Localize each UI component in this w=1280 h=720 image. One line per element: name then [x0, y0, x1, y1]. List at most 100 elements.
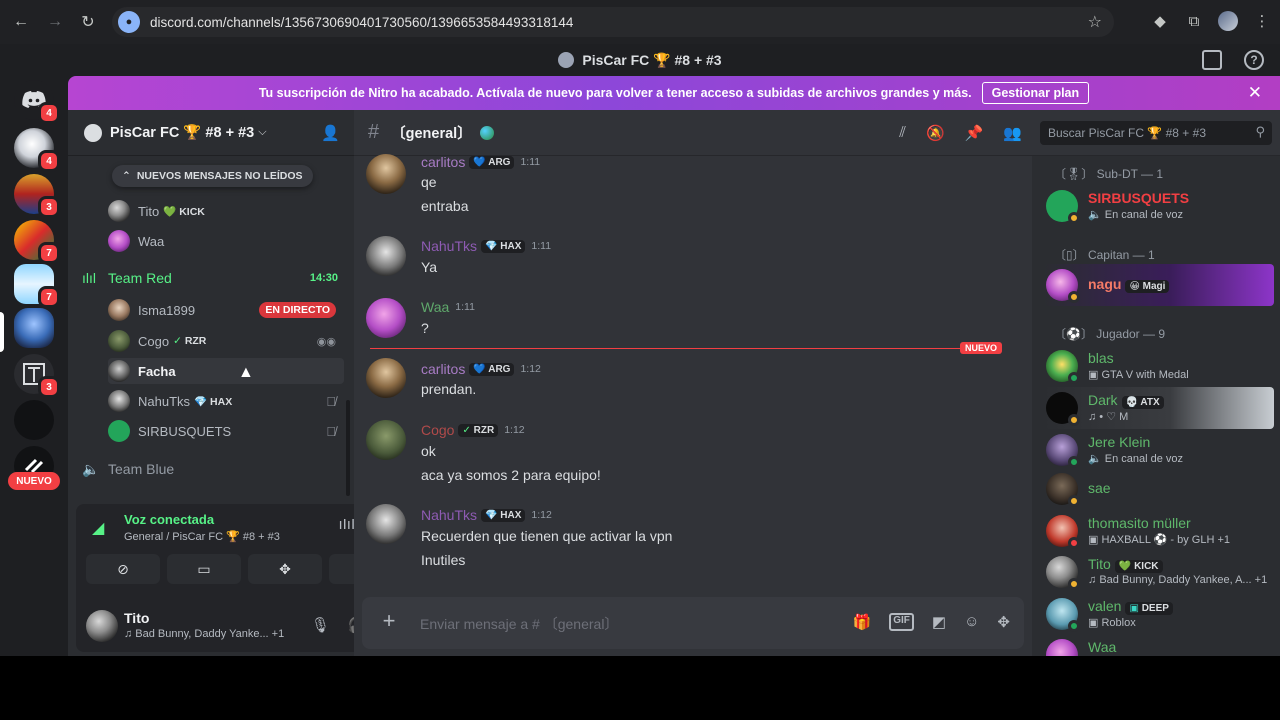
voice-location[interactable]: General / PisCar FC 🏆 #8 + #3 [124, 530, 280, 543]
avatar[interactable] [366, 358, 406, 398]
member-item[interactable]: thomasito müller ▣ HAXBALL ⚽ - by GLH +1 [1044, 510, 1274, 552]
profile-avatar[interactable] [1218, 11, 1238, 31]
new-servers-pill[interactable]: NUEVO [8, 472, 60, 490]
music-icon: ♫ [1088, 574, 1097, 586]
camera-off-button[interactable]: ⊘ [86, 554, 160, 584]
site-info-icon[interactable]: ● [118, 11, 140, 33]
server-icon-tp[interactable]: 3 [14, 354, 60, 398]
message-author[interactable]: carlitos [421, 154, 465, 170]
screen-share-button[interactable]: ▭ [167, 554, 241, 584]
sticker-icon[interactable]: ◩ [932, 613, 946, 631]
composer-placeholder[interactable]: Enviar mensaje a # 〔general〕 [420, 614, 618, 634]
avatar[interactable] [86, 610, 118, 642]
member-item[interactable]: Waa [1044, 634, 1274, 656]
server-icon-futbol[interactable] [14, 400, 54, 440]
voice-channel-team-red[interactable]: ılıl Team Red 14:30 [82, 266, 340, 290]
member-name: Dark [1088, 392, 1118, 408]
avatar[interactable] [366, 154, 406, 194]
member-item[interactable]: SIRBUSQUETS 🔈 En canal de voz [1044, 185, 1274, 227]
server-icon-flag[interactable]: 7 [14, 220, 60, 264]
avatar[interactable] [366, 420, 406, 460]
member-item[interactable]: Dark 💀 ATX ♫ • ♡ M [1044, 387, 1274, 429]
member-item[interactable]: sae [1044, 468, 1274, 510]
guild-tag: 😀 Magi [1125, 280, 1170, 293]
forward-arrow-icon[interactable]: → [44, 11, 66, 33]
sidebar-scrollbar[interactable] [346, 400, 350, 496]
menu-kebab-icon[interactable]: ⋮ [1252, 12, 1272, 30]
game-icon: ▣ [1088, 369, 1099, 381]
server-header[interactable]: PisCar FC 🏆 #8 + #3 ⌵ [68, 110, 354, 156]
member-list-icon[interactable]: 👥 [1003, 124, 1022, 142]
server-icon-club[interactable]: 3 [14, 174, 60, 218]
member-activity: 🔈 En canal de voz [1088, 452, 1183, 465]
reload-icon[interactable]: ↻ [77, 11, 99, 33]
chat-area: # 〔general〕 ⫽ 🔕 📌 👥 carlitos 💙 ARG 1:11 … [354, 110, 1032, 656]
member-list: Buscar PisCar FC 🏆 #8 + #3 ⚲ 〔🎖〕 Sub-DT … [1032, 110, 1280, 656]
voice-channel-team-blue[interactable]: 🔈 Team Blue [82, 457, 340, 481]
voice-active-icon: ılıl [82, 270, 96, 286]
threads-icon[interactable]: ⫽ [899, 124, 906, 142]
microphone-icon[interactable]: 🎙 [311, 616, 330, 634]
member-item[interactable]: valen ▣ DEEP ▣ Roblox [1044, 593, 1274, 635]
message-composer[interactable]: + Enviar mensaje a # 〔general〕 🎁 GIF ◩ ☺… [362, 597, 1024, 649]
emoji-icon[interactable]: ☺ [964, 613, 979, 631]
new-unread-pill[interactable]: ⌃ NUEVOS MENSAJES NO LEÍDOS [112, 165, 313, 187]
manage-plan-button[interactable]: Gestionar plan [981, 82, 1090, 104]
member-item[interactable]: nagu 😀 Magi [1044, 264, 1274, 306]
inbox-icon[interactable] [1202, 50, 1222, 70]
message-author[interactable]: Waa [421, 299, 449, 315]
message-author[interactable]: Cogo [421, 422, 454, 438]
gif-icon[interactable]: GIF [889, 613, 914, 631]
new-unread-label: NUEVOS MENSAJES NO LEÍDOS [136, 170, 303, 182]
pin-icon[interactable]: 📌 [965, 124, 984, 142]
role-icon: 〔▯〕 [1054, 248, 1085, 262]
member-item[interactable]: Tito 💚 KICK ♫ Bad Bunny, Daddy Yankee, A.… [1044, 551, 1274, 593]
voice-user-cogo[interactable]: Cogo ✓ RZR ◉◉ [108, 328, 344, 354]
username[interactable]: Tito [124, 610, 149, 626]
voice-user-sirbusquets[interactable]: SIRBUSQUETS 🎙̸ [108, 418, 344, 444]
message-author[interactable]: carlitos [421, 361, 465, 377]
voice-user-nahutks[interactable]: NahuTks 💎 HAX 🎙̸ [108, 388, 344, 414]
member-name: sae [1088, 480, 1111, 496]
avatar [108, 200, 130, 222]
message-timestamp: 1:12 [531, 509, 552, 521]
member-activity-text: GTA V with Medal [1101, 369, 1189, 381]
server-icon-piscar[interactable] [14, 308, 54, 348]
voice-user-waa[interactable]: Waa [108, 228, 344, 254]
mic-muted-icon: 🎙̸ [326, 393, 336, 409]
extension-diamond-icon[interactable]: ◆ [1150, 12, 1170, 30]
message-author[interactable]: NahuTks [421, 238, 477, 254]
voice-user-tito[interactable]: Tito 💚 KICK [108, 198, 344, 224]
member-item[interactable]: blas ▣ GTA V with Medal [1044, 345, 1274, 387]
voice-user-isma[interactable]: Isma1899 EN DIRECTO [108, 297, 344, 323]
message-author[interactable]: NahuTks [421, 507, 477, 523]
signal-icon[interactable]: ◢ [92, 518, 104, 538]
add-attachment-icon[interactable]: + [378, 610, 400, 632]
avatar[interactable] [366, 504, 406, 544]
status-indicator [1068, 414, 1080, 426]
bookmark-star-icon[interactable]: ☆ [1088, 12, 1102, 32]
extensions-puzzle-icon[interactable]: ⧉ [1184, 13, 1204, 30]
close-icon[interactable]: ✕ [1248, 83, 1262, 103]
voice-status[interactable]: Voz conectada [124, 512, 214, 527]
avatar[interactable] [366, 236, 406, 276]
server-list: 4 4 3 7 7 3 NUEVO [0, 76, 68, 656]
role-icon: 〔🎖〕 [1054, 167, 1094, 181]
member-item[interactable]: Jere Klein 🔈 En canal de voz [1044, 429, 1274, 471]
server-badge-icon [84, 123, 102, 142]
server-icon-wolf[interactable]: 4 [14, 128, 60, 172]
voice-channel-name: Team Blue [108, 461, 175, 477]
notifications-muted-icon[interactable]: 🔕 [926, 124, 945, 142]
activities-button[interactable]: ✥ [248, 554, 322, 584]
voice-user-facha[interactable]: Facha ▲ [108, 358, 344, 384]
invite-people-icon[interactable]: 👤 [321, 124, 340, 142]
apps-icon[interactable]: ✥ [997, 613, 1010, 631]
back-arrow-icon[interactable]: ← [10, 11, 32, 33]
search-input[interactable]: Buscar PisCar FC 🏆 #8 + #3 ⚲ [1040, 121, 1272, 145]
gift-icon[interactable]: 🎁 [853, 613, 872, 631]
avatar[interactable] [366, 298, 406, 338]
server-icon-argentina[interactable]: 7 [14, 264, 60, 308]
direct-messages-home[interactable]: 4 [14, 80, 60, 124]
address-bar[interactable]: ● discord.com/channels/13567306904017305… [112, 7, 1114, 37]
help-icon[interactable]: ? [1244, 50, 1264, 70]
